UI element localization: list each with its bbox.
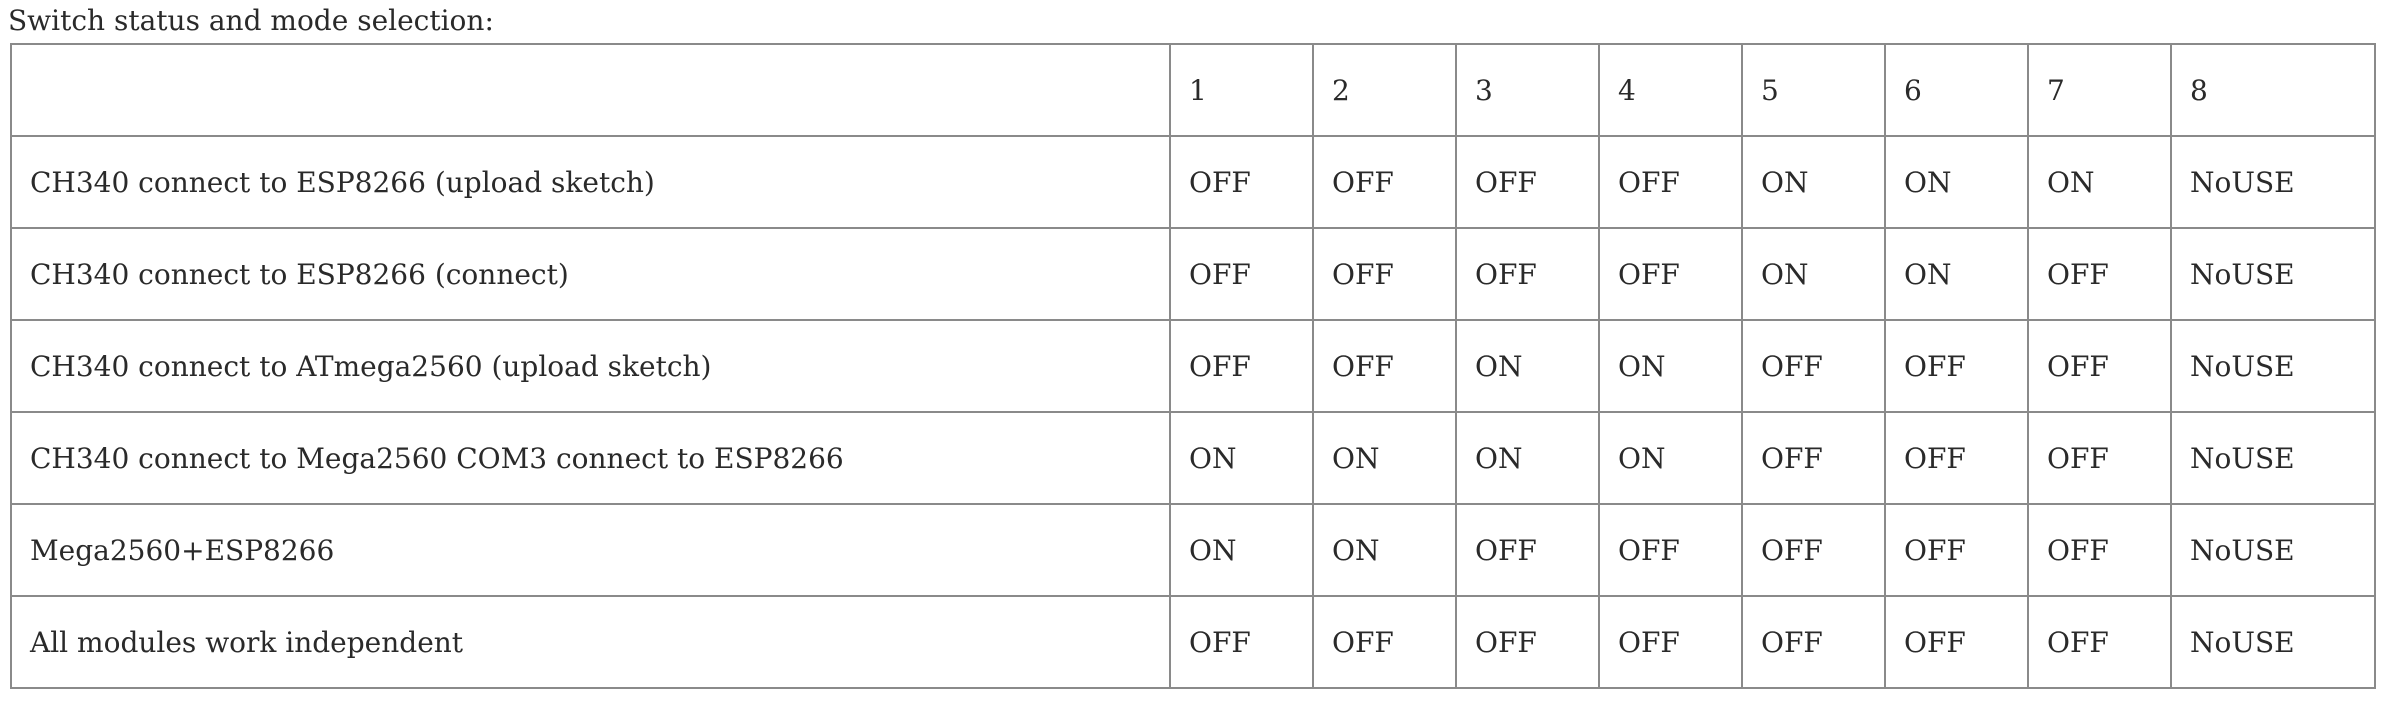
- switch-cell: ON: [1741, 135, 1886, 229]
- switch-cell: OFF: [1455, 503, 1600, 597]
- header-cell-switch-8: 8: [2170, 43, 2376, 137]
- header-cell-switch-5: 5: [1741, 43, 1886, 137]
- switch-cell: OFF: [1598, 135, 1743, 229]
- switch-cell: ON: [1312, 411, 1457, 505]
- switch-cell: OFF: [1455, 135, 1600, 229]
- switch-cell: ON: [1455, 319, 1600, 413]
- switch-cell: OFF: [1598, 227, 1743, 321]
- switch-cell: ON: [1598, 411, 1743, 505]
- switch-cell: OFF: [2027, 503, 2172, 597]
- switch-cell: OFF: [1598, 595, 1743, 689]
- switch-cell: OFF: [1169, 595, 1314, 689]
- header-cell-switch-4: 4: [1598, 43, 1743, 137]
- switch-cell: OFF: [1741, 503, 1886, 597]
- switch-cell: OFF: [1741, 595, 1886, 689]
- table-caption: Switch status and mode selection:: [8, 4, 494, 37]
- switch-cell: OFF: [1884, 319, 2029, 413]
- table-row: CH340 connect to ESP8266 (connect) OFF O…: [10, 227, 2376, 321]
- switch-cell: NoUSE: [2170, 411, 2376, 505]
- switch-cell: ON: [1884, 227, 2029, 321]
- switch-cell: OFF: [1169, 319, 1314, 413]
- switch-cell: NoUSE: [2170, 503, 2376, 597]
- mode-cell: CH340 connect to Mega2560 COM3 connect t…: [10, 411, 1171, 505]
- table-row: Mega2560+ESP8266 ON ON OFF OFF OFF OFF O…: [10, 503, 2376, 597]
- switch-cell: ON: [1455, 411, 1600, 505]
- switch-cell: OFF: [1884, 411, 2029, 505]
- header-cell-mode: [10, 43, 1171, 137]
- table-row: CH340 connect to ATmega2560 (upload sket…: [10, 319, 2376, 413]
- switch-cell: ON: [1741, 227, 1886, 321]
- switch-mode-table: 1 2 3 4 5 6 7 8 CH340 connect to ESP8266…: [10, 43, 2376, 689]
- switch-cell: OFF: [1455, 595, 1600, 689]
- switch-cell: NoUSE: [2170, 319, 2376, 413]
- switch-cell: ON: [1598, 319, 1743, 413]
- switch-cell: OFF: [1598, 503, 1743, 597]
- switch-cell: ON: [2027, 135, 2172, 229]
- switch-cell: NoUSE: [2170, 227, 2376, 321]
- switch-cell: ON: [1169, 503, 1314, 597]
- switch-cell: OFF: [2027, 595, 2172, 689]
- header-cell-switch-6: 6: [1884, 43, 2029, 137]
- table-row: CH340 connect to ESP8266 (upload sketch)…: [10, 135, 2376, 229]
- header-cell-switch-7: 7: [2027, 43, 2172, 137]
- switch-cell: OFF: [2027, 411, 2172, 505]
- switch-cell: OFF: [1169, 135, 1314, 229]
- switch-cell: NoUSE: [2170, 595, 2376, 689]
- switch-cell: OFF: [1741, 319, 1886, 413]
- header-cell-switch-1: 1: [1169, 43, 1314, 137]
- mode-cell: Mega2560+ESP8266: [10, 503, 1171, 597]
- mode-cell: CH340 connect to ESP8266 (connect): [10, 227, 1171, 321]
- table-header-row: 1 2 3 4 5 6 7 8: [10, 43, 2376, 137]
- switch-cell: ON: [1884, 135, 2029, 229]
- mode-cell: CH340 connect to ATmega2560 (upload sket…: [10, 319, 1171, 413]
- switch-cell: NoUSE: [2170, 135, 2376, 229]
- switch-cell: OFF: [1884, 595, 2029, 689]
- switch-cell: OFF: [1312, 595, 1457, 689]
- switch-cell: OFF: [1169, 227, 1314, 321]
- mode-cell: All modules work independent: [10, 595, 1171, 689]
- header-cell-switch-2: 2: [1312, 43, 1457, 137]
- mode-cell: CH340 connect to ESP8266 (upload sketch): [10, 135, 1171, 229]
- switch-cell: ON: [1169, 411, 1314, 505]
- switch-cell: OFF: [1312, 227, 1457, 321]
- switch-cell: OFF: [1312, 135, 1457, 229]
- switch-cell: OFF: [2027, 319, 2172, 413]
- switch-cell: OFF: [1312, 319, 1457, 413]
- header-cell-switch-3: 3: [1455, 43, 1600, 137]
- switch-cell: OFF: [1741, 411, 1886, 505]
- switch-cell: ON: [1312, 503, 1457, 597]
- table-row: CH340 connect to Mega2560 COM3 connect t…: [10, 411, 2376, 505]
- switch-cell: OFF: [1884, 503, 2029, 597]
- switch-cell: OFF: [1455, 227, 1600, 321]
- switch-cell: OFF: [2027, 227, 2172, 321]
- table-row: All modules work independent OFF OFF OFF…: [10, 595, 2376, 689]
